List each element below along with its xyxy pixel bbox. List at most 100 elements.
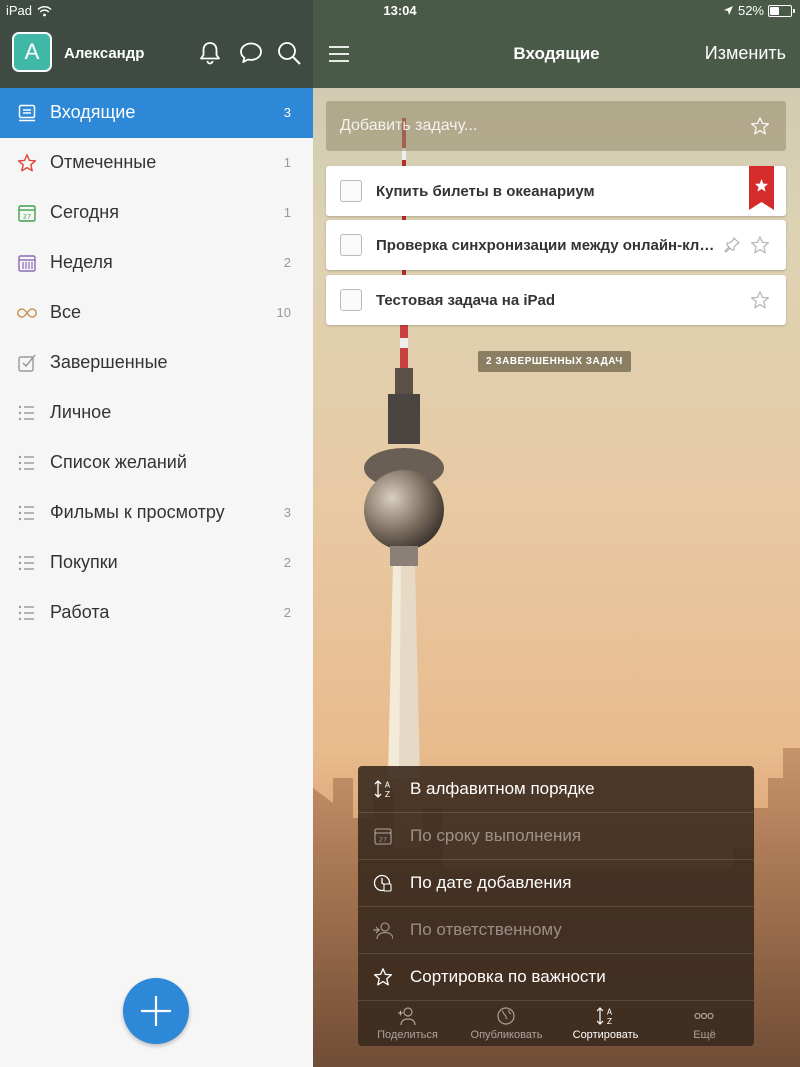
star-icon[interactable] — [750, 290, 770, 310]
toolbar-label: Опубликовать — [470, 1029, 543, 1041]
sidebar: A Александр Входящие 3 Отмеченные 1 27 С… — [0, 0, 314, 1067]
sidebar-item-inbox[interactable]: Входящие 3 — [0, 88, 313, 138]
sidebar-item-label: Входящие — [50, 102, 136, 122]
share-button[interactable]: Поделиться — [358, 1000, 457, 1046]
list-icon — [17, 403, 37, 423]
toolbar-label: Поделиться — [377, 1029, 438, 1041]
svg-text:27: 27 — [379, 836, 387, 844]
sidebar-item-shopping[interactable]: Покупки 2 — [0, 538, 313, 588]
sidebar-item-week[interactable]: Неделя 2 — [0, 238, 313, 288]
add-list-button[interactable] — [123, 978, 189, 1044]
sort-option-label: По сроку выполнения — [410, 826, 582, 845]
svg-text:Z: Z — [607, 1017, 612, 1026]
sort-option-label: В алфавитном порядке — [410, 779, 595, 798]
task-checkbox[interactable] — [340, 289, 362, 311]
star-icon[interactable] — [750, 235, 770, 255]
task-row[interactable]: Проверка синхронизации между онлайн-клие… — [326, 220, 786, 270]
starred-ribbon-icon[interactable] — [749, 166, 774, 210]
star-icon[interactable] — [750, 116, 770, 136]
sidebar-item-label: Список желаний — [50, 452, 187, 472]
task-checkbox[interactable] — [340, 180, 362, 202]
sort-alpha-icon: AZ — [373, 779, 393, 799]
pin-icon — [724, 237, 740, 253]
sidebar-item-count: 1 — [283, 205, 291, 220]
list-menu: Входящие 3 Отмеченные 1 27 Сегодня 1 Нед… — [0, 88, 313, 638]
calendar-today-icon: 27 — [17, 203, 37, 223]
sort-option-assignee[interactable]: По ответственному — [358, 907, 754, 954]
show-completed-button[interactable]: 2 ЗАВЕРШЕННЫХ ЗАДАЧ — [478, 351, 631, 372]
star-icon — [17, 153, 37, 173]
sidebar-item-label: Покупки — [50, 552, 118, 572]
list-toolbar: Поделиться Опубликовать AZ Сортировать Е… — [358, 1000, 754, 1046]
main-panel: Входящие Изменить Купить билеты в океана… — [313, 0, 800, 1067]
task-checkbox[interactable] — [340, 234, 362, 256]
task-title: Проверка синхронизации между онлайн-клие… — [376, 237, 716, 254]
sidebar-item-today[interactable]: 27 Сегодня 1 — [0, 188, 313, 238]
bell-icon[interactable] — [197, 40, 223, 66]
sort-icon: AZ — [595, 1006, 615, 1026]
battery-percent: 52% — [737, 3, 764, 18]
search-icon[interactable] — [276, 40, 302, 66]
sort-menu: AZ В алфавитном порядке 27 По сроку выпо… — [358, 766, 754, 1046]
sidebar-item-label: Сегодня — [50, 202, 119, 222]
inbox-icon — [17, 103, 37, 123]
sidebar-item-label: Работа — [50, 602, 110, 622]
publish-button[interactable]: Опубликовать — [457, 1000, 556, 1046]
svg-text:Z: Z — [385, 790, 390, 799]
sidebar-item-movies[interactable]: Фильмы к просмотру 3 — [0, 488, 313, 538]
list-icon — [17, 453, 37, 473]
sidebar-item-work[interactable]: Работа 2 — [0, 588, 313, 638]
username[interactable]: Александр — [64, 45, 144, 62]
sidebar-item-personal[interactable]: Личное — [0, 388, 313, 438]
toolbar-label: Ещё — [693, 1029, 716, 1041]
sort-option-importance[interactable]: Сортировка по важности — [358, 954, 754, 1001]
list-icon — [17, 603, 37, 623]
star-outline-icon — [373, 967, 393, 987]
avatar[interactable]: A — [12, 32, 52, 72]
sidebar-item-label: Завершенные — [50, 352, 168, 372]
sidebar-item-count: 2 — [283, 555, 291, 570]
share-user-icon — [397, 1006, 417, 1026]
svg-text:A: A — [607, 1008, 613, 1017]
battery-icon — [768, 4, 795, 17]
clock: 13:04 — [383, 3, 417, 18]
sidebar-item-label: Неделя — [50, 252, 113, 272]
sort-option-date-added[interactable]: По дате добавления — [358, 860, 754, 907]
svg-text:27: 27 — [23, 213, 31, 221]
plus-icon — [141, 996, 171, 1026]
list-icon — [17, 553, 37, 573]
sidebar-item-count: 2 — [283, 605, 291, 620]
sidebar-item-label: Отмеченные — [50, 152, 157, 172]
sort-option-due-date[interactable]: 27 По сроку выполнения — [358, 813, 754, 860]
infinity-icon — [17, 303, 37, 323]
calendar-week-icon — [17, 253, 37, 273]
list-icon — [17, 503, 37, 523]
clock-icon — [373, 873, 393, 893]
calendar-icon: 27 — [373, 826, 393, 846]
sort-button[interactable]: AZ Сортировать — [556, 1000, 655, 1046]
sidebar-item-wishlist[interactable]: Список желаний — [0, 438, 313, 488]
add-task-bar — [326, 101, 786, 151]
edit-button[interactable]: Изменить — [705, 43, 786, 64]
location-arrow-icon — [723, 6, 733, 15]
task-row[interactable]: Тестовая задача на iPad — [326, 275, 786, 325]
assign-user-icon — [373, 920, 393, 940]
sort-option-label: Сортировка по важности — [410, 967, 606, 986]
task-row[interactable]: Купить билеты в океанариум — [326, 166, 786, 216]
sidebar-item-count: 3 — [283, 505, 291, 520]
globe-icon — [496, 1006, 516, 1026]
sidebar-item-all[interactable]: Все 10 — [0, 288, 313, 338]
sidebar-item-count: 1 — [283, 155, 291, 170]
add-task-input[interactable] — [326, 101, 726, 151]
sidebar-item-starred[interactable]: Отмеченные 1 — [0, 138, 313, 188]
more-button[interactable]: Ещё — [655, 1000, 754, 1046]
comment-icon[interactable] — [238, 40, 264, 66]
sort-option-label: По ответственному — [410, 920, 562, 939]
status-bar: iPad 13:04 52% — [0, 0, 800, 22]
sidebar-item-count: 10 — [276, 305, 291, 320]
checkbox-icon — [17, 353, 37, 373]
task-title: Купить билеты в океанариум — [376, 183, 595, 200]
sidebar-item-count: 3 — [283, 105, 291, 120]
sidebar-item-completed[interactable]: Завершенные — [0, 338, 313, 388]
sort-option-alphabetical[interactable]: AZ В алфавитном порядке — [358, 766, 754, 813]
